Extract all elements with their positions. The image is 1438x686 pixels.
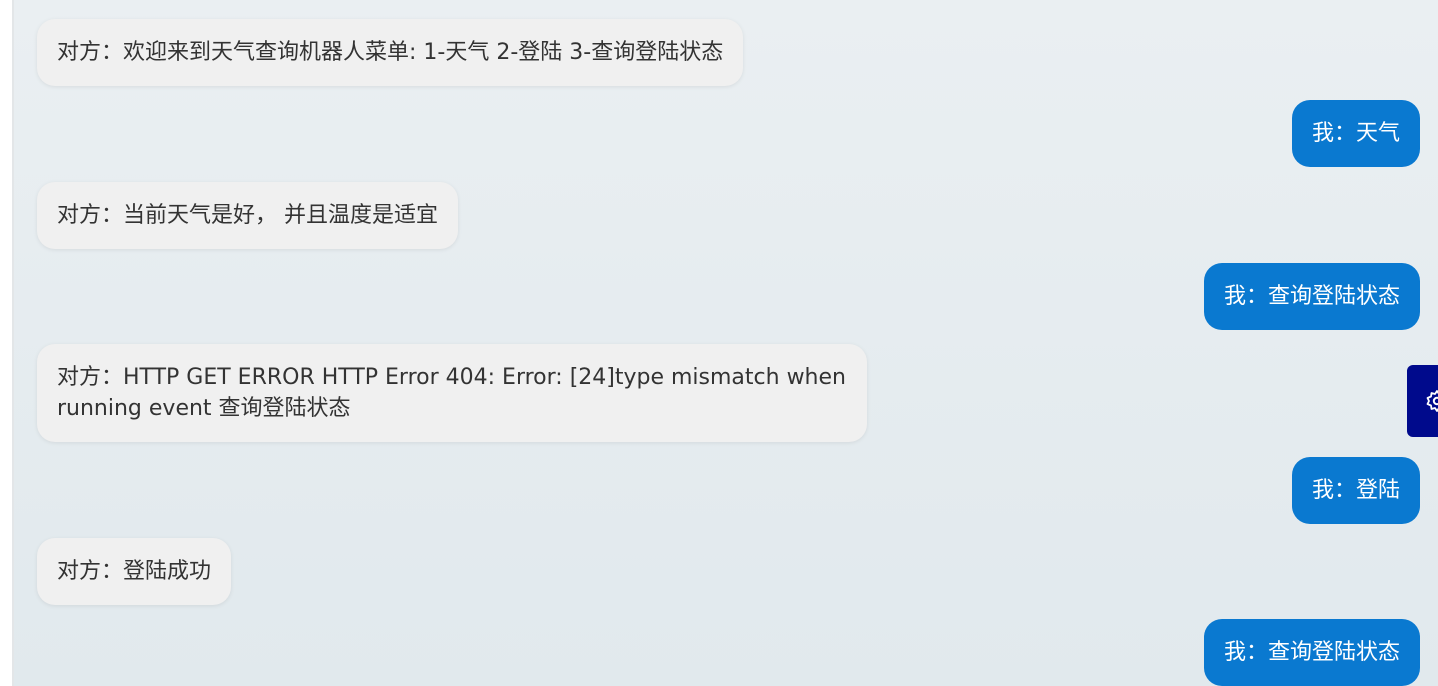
chat-message-list[interactable]: 对方：欢迎来到天气查询机器人菜单: 1-天气 2-登陆 3-查询登陆状态 我：天… bbox=[14, 0, 1438, 686]
incoming-message: 对方：登陆成功 bbox=[37, 538, 232, 605]
incoming-message: 对方：当前天气是好， 并且温度是适宜 bbox=[37, 182, 458, 249]
chat-window: 对方：欢迎来到天气查询机器人菜单: 1-天气 2-登陆 3-查询登陆状态 我：天… bbox=[0, 0, 1438, 686]
settings-icon bbox=[1426, 390, 1438, 412]
settings-side-tab[interactable] bbox=[1407, 365, 1438, 437]
outgoing-message: 我：查询登陆状态 bbox=[1203, 263, 1420, 330]
outgoing-message: 我：登陆 bbox=[1291, 457, 1420, 524]
incoming-message: 对方：欢迎来到天气查询机器人菜单: 1-天气 2-登陆 3-查询登陆状态 bbox=[37, 19, 744, 86]
incoming-message: 对方：HTTP GET ERROR HTTP Error 404: Error:… bbox=[37, 344, 867, 442]
outgoing-message: 我：查询登陆状态 bbox=[1203, 619, 1420, 686]
outgoing-message: 我：天气 bbox=[1291, 100, 1420, 167]
